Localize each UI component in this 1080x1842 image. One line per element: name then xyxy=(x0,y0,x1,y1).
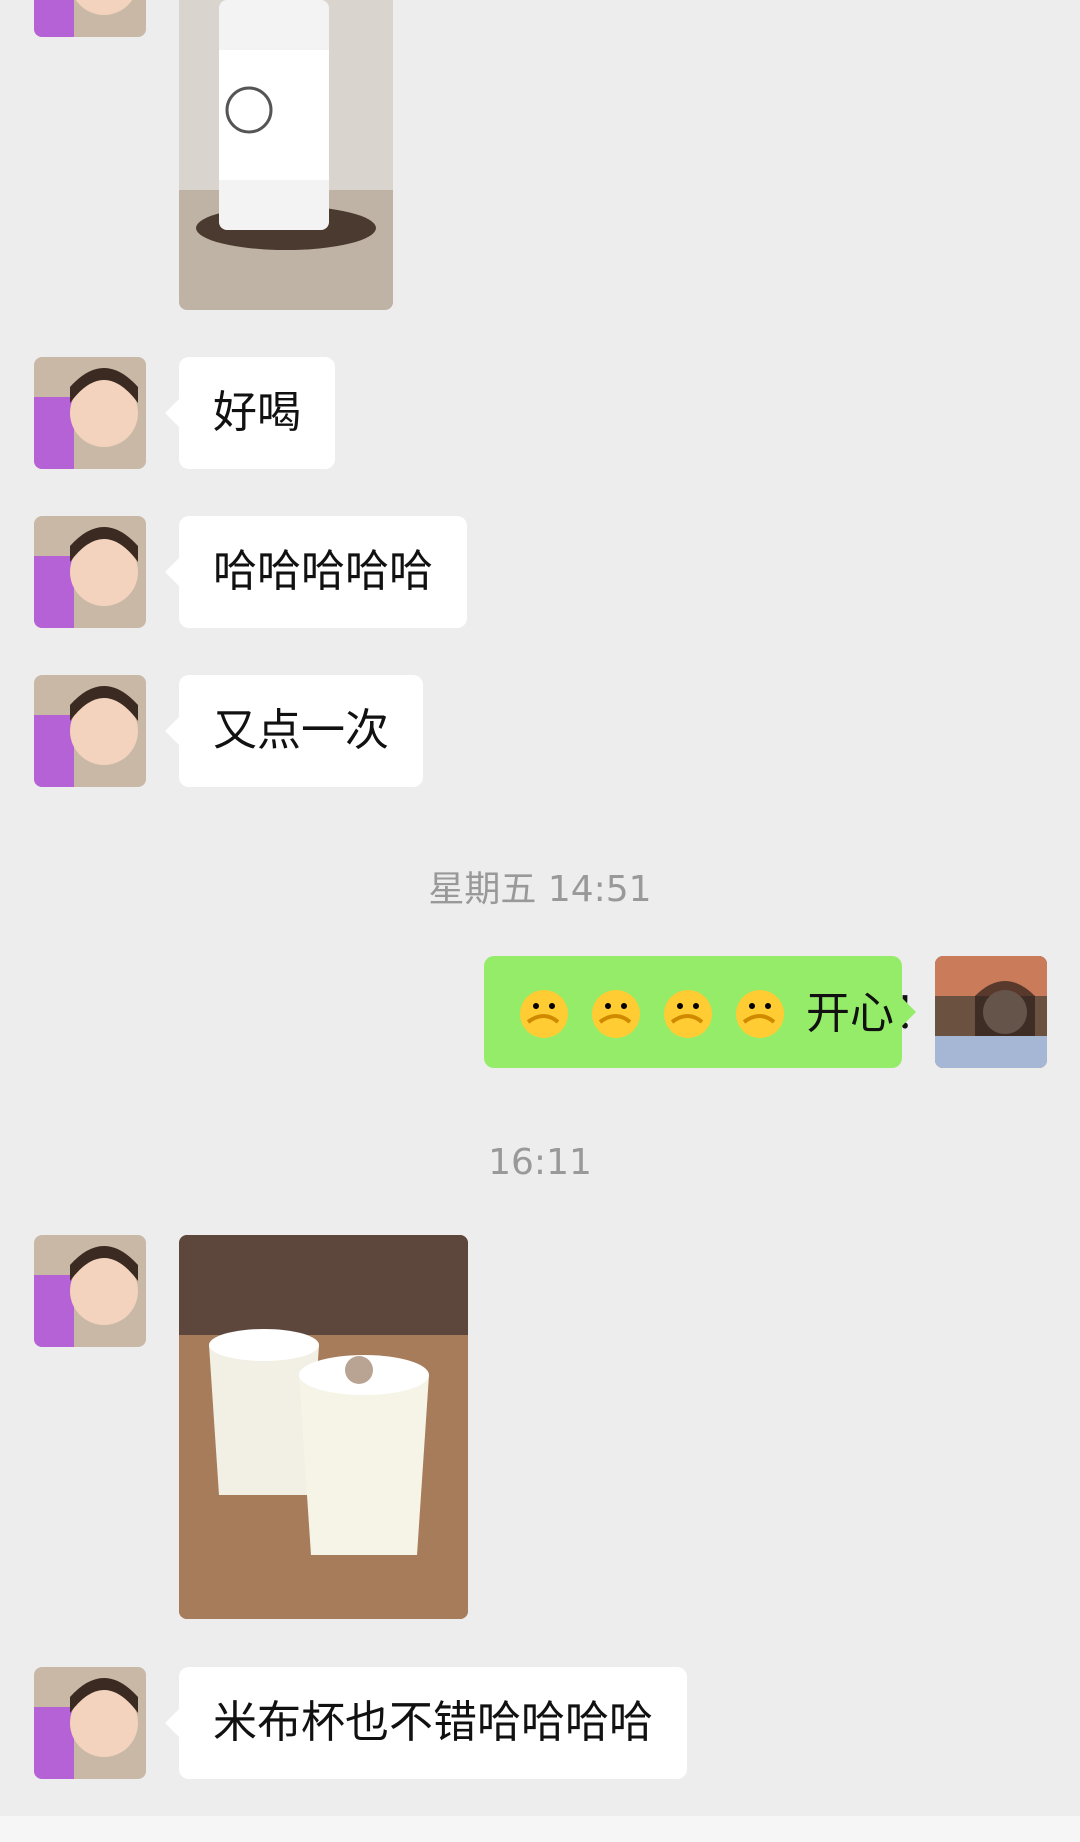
message-bubble[interactable]: 哈哈哈哈哈 xyxy=(165,516,467,628)
hand-over-mouth-emoji xyxy=(520,990,568,1038)
avatar-contact[interactable] xyxy=(34,516,146,628)
chat-image-drinks[interactable] xyxy=(179,1235,468,1619)
message-bubble[interactable]: 又点一次 xyxy=(165,675,423,787)
avatar-contact[interactable] xyxy=(34,0,146,37)
emoji-row xyxy=(518,986,806,1038)
message-bubble[interactable]: 好喝 xyxy=(165,357,335,469)
avatar-contact[interactable] xyxy=(34,1667,146,1779)
avatar-self[interactable] xyxy=(935,956,1047,1068)
hand-over-mouth-emoji xyxy=(736,990,784,1038)
timestamp: 16:11 xyxy=(488,1142,592,1183)
avatar-contact[interactable] xyxy=(34,357,146,469)
timestamp: 星期五 14:51 xyxy=(428,869,652,910)
chat-image-cup[interactable] xyxy=(179,0,393,310)
message-text: 开心！ xyxy=(806,988,938,1039)
avatar-contact[interactable] xyxy=(34,675,146,787)
hand-over-mouth-emoji xyxy=(592,990,640,1038)
input-bar-edge xyxy=(0,1816,1080,1842)
avatar-contact[interactable] xyxy=(34,1235,146,1347)
message-bubble[interactable]: 米布杯也不错哈哈哈哈 xyxy=(165,1667,687,1779)
message-bubble-self[interactable]: 开心！ xyxy=(484,956,938,1068)
hand-over-mouth-emoji xyxy=(664,990,712,1038)
